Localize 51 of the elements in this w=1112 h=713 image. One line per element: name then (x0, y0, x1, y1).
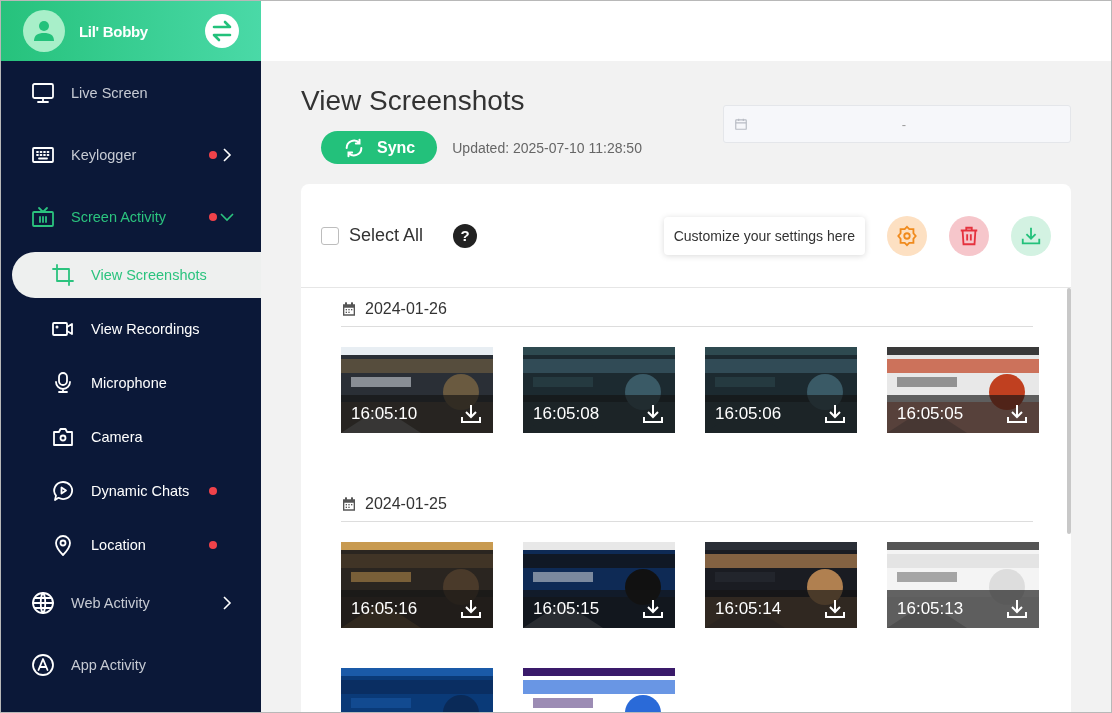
sidebar-item[interactable]: Location (1, 518, 261, 572)
sidebar-item[interactable]: Web Activity (1, 572, 261, 634)
sidebar-item[interactable]: Keylogger (1, 124, 261, 186)
monitor-icon (31, 81, 55, 105)
sync-icon (343, 136, 365, 159)
screenshot-time: 16:05:08 (533, 404, 600, 424)
download-icon[interactable] (1005, 402, 1029, 426)
download-icon[interactable] (459, 597, 483, 621)
avatar (23, 10, 65, 52)
help-icon[interactable]: ? (453, 223, 478, 248)
chat-play-icon (51, 479, 75, 503)
download-icon[interactable] (823, 597, 847, 621)
select-all-checkbox[interactable] (321, 226, 339, 245)
crop-icon (51, 263, 75, 287)
download-icon[interactable] (641, 402, 665, 426)
globe-icon (31, 591, 55, 615)
sidebar-item[interactable]: App Activity (1, 634, 261, 696)
screenshot-time: 16:05:06 (715, 404, 782, 424)
calendar-icon (341, 301, 357, 317)
sidebar-item[interactable]: Camera (1, 410, 261, 464)
date-heading: 2024-01-25 (365, 495, 447, 513)
page-title: View Screenshots (301, 85, 526, 117)
user-name: Lil' Bobby (79, 22, 149, 40)
sidebar-item[interactable]: Dynamic Chats (1, 464, 261, 518)
delete-button[interactable] (949, 215, 989, 256)
sidebar-item[interactable]: Live Screen (1, 62, 261, 124)
download-icon[interactable] (459, 402, 483, 426)
tv-icon (31, 205, 55, 229)
screenshot-time: 16:05:14 (715, 599, 782, 619)
screenshot-time: 16:05:05 (897, 404, 964, 424)
download-icon[interactable] (641, 597, 665, 621)
select-all-label: Select All (349, 225, 424, 246)
screenshot-time: 16:05:15 (533, 599, 600, 619)
app-store-icon (31, 653, 55, 677)
gear-icon (896, 224, 918, 247)
screenshot-time: 16:05:10 (351, 404, 418, 424)
screenshot-time: 16:05:13 (897, 599, 964, 619)
trash-icon (958, 224, 980, 247)
download-icon[interactable] (1005, 597, 1029, 621)
updated-time: Updated: 2025-07-10 11:28:50 (452, 139, 642, 156)
sidebar-item[interactable]: Microphone (1, 356, 261, 410)
calendar-icon (341, 496, 357, 512)
date-heading: 2024-01-26 (365, 300, 447, 318)
camera-icon (51, 425, 75, 449)
sidebar-item[interactable]: View Recordings (1, 302, 261, 356)
download-icon[interactable] (823, 402, 847, 426)
sidebar-item[interactable]: Screen Activity (1, 186, 261, 248)
calendar-icon (734, 117, 748, 131)
scrollbar[interactable] (1067, 288, 1071, 534)
tooltip: Customize your settings here (663, 216, 865, 255)
screenshot-time: 16:05:16 (351, 599, 418, 619)
